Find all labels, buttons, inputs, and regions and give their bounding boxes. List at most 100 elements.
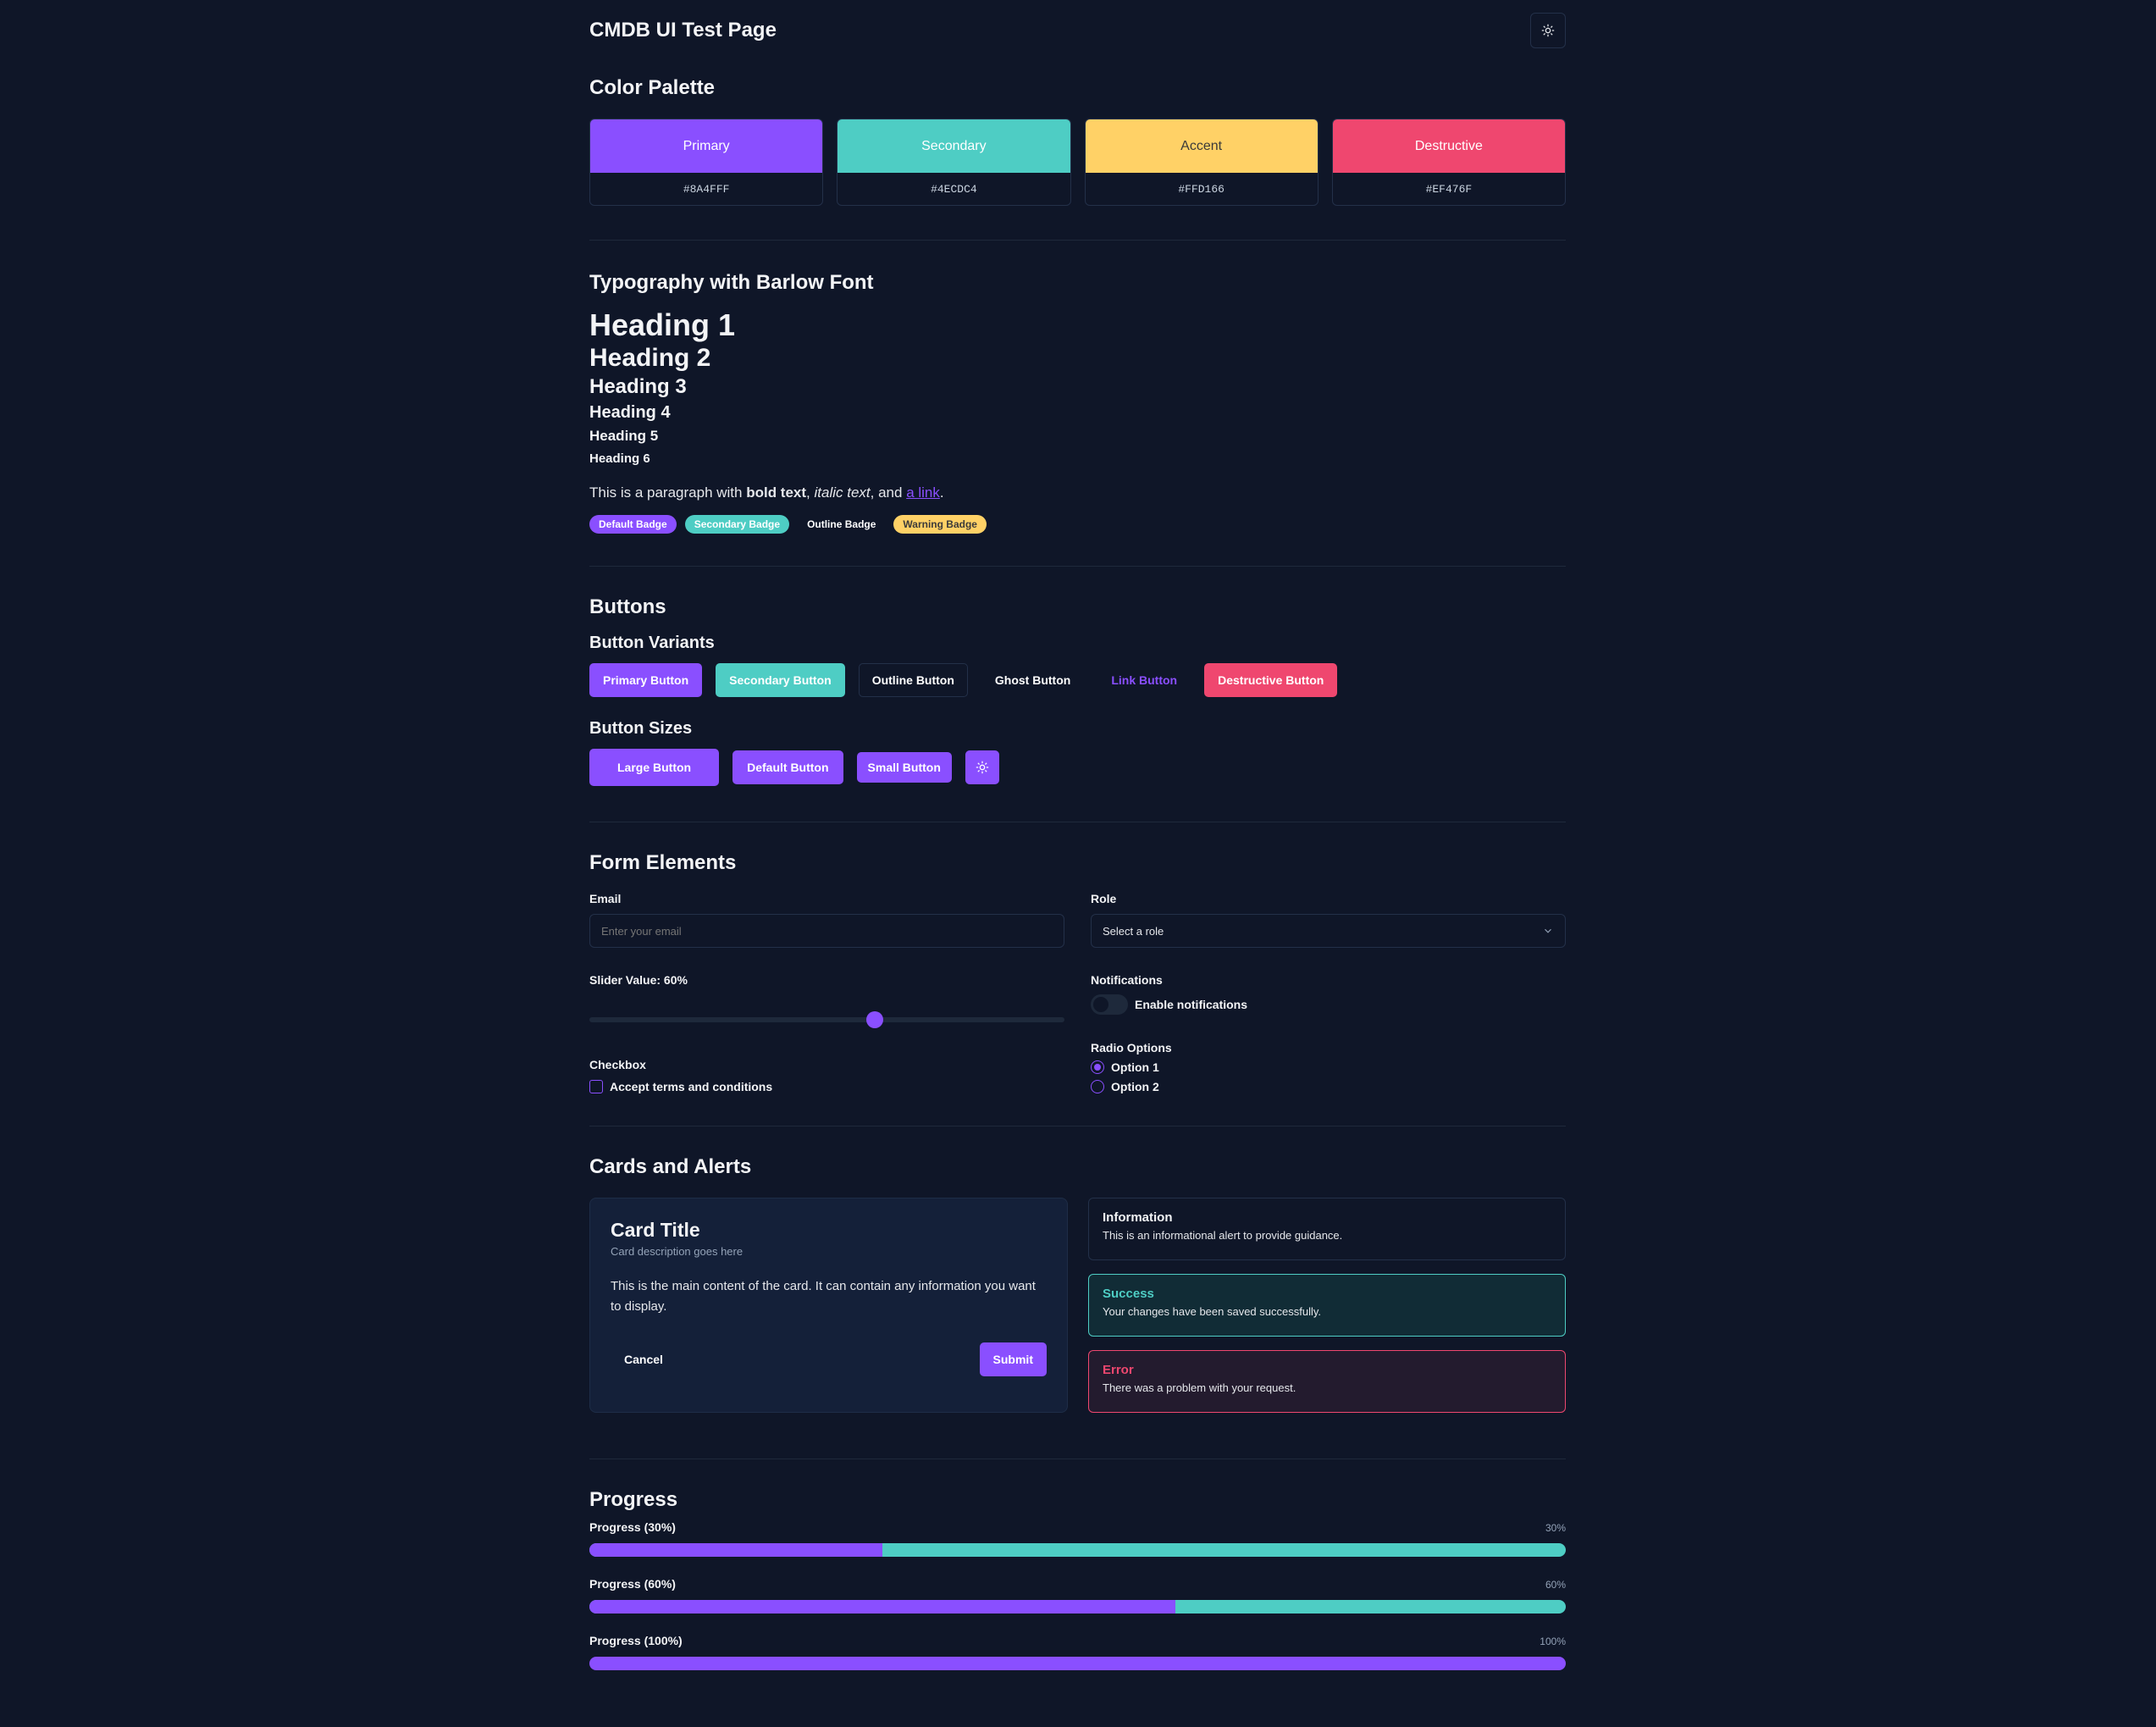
small-button[interactable]: Small Button <box>856 752 952 783</box>
default-button[interactable]: Default Button <box>732 750 843 784</box>
section-title-cards: Cards and Alerts <box>589 1155 752 1178</box>
progress-item: Progress (30%) 30% <box>589 1520 1566 1557</box>
slider-label: Slider Value: 60% <box>589 973 688 987</box>
theme-toggle-button[interactable] <box>1530 13 1566 48</box>
email-label: Email <box>589 892 622 905</box>
card-description: Card description goes here <box>611 1245 744 1258</box>
progress-item: Progress (60%) 60% <box>589 1577 1566 1614</box>
heading-6-sample: Heading 6 <box>589 451 650 466</box>
email-field-group: Email <box>589 892 1064 948</box>
palette-grid: Primary #8A4FFF Secondary #4ECDC4 Accent… <box>589 119 1566 206</box>
divider <box>589 566 1566 567</box>
radio-option-label: Option 1 <box>1111 1060 1159 1074</box>
destructive-button[interactable]: Destructive Button <box>1204 663 1338 697</box>
card-body: This is the main content of the card. It… <box>611 1279 1036 1314</box>
cards-grid: Card Title Card description goes here Th… <box>589 1198 1566 1426</box>
notifications-toggle-row: Enable notifications <box>1091 994 1566 1015</box>
page-title: CMDB UI Test Page <box>589 19 777 42</box>
radio-button-selected[interactable] <box>1091 1060 1104 1074</box>
slider-track[interactable] <box>589 1011 1064 1028</box>
badge-row: Default Badge Secondary Badge Outline Ba… <box>589 515 1566 534</box>
swatch-accent: Accent #FFD166 <box>1084 119 1318 206</box>
button-variants-title: Button Variants <box>589 634 715 652</box>
progress-bar <box>589 1600 1566 1614</box>
radio-option-label: Option 2 <box>1111 1080 1159 1093</box>
swatch-name: Secondary <box>838 119 1070 173</box>
link-button[interactable]: Link Button <box>1097 663 1191 697</box>
progress-header: Progress (60%) 60% <box>589 1577 1566 1591</box>
progress-fill <box>589 1600 1175 1614</box>
form-grid: Email Role Select a role Slider Value: 6… <box>589 892 1566 1093</box>
progress-header: Progress (30%) 30% <box>589 1520 1566 1534</box>
progress-section: Progress Progress (30%) 30% Progress (60… <box>589 1488 1566 1670</box>
slider-thumb[interactable] <box>865 1011 883 1028</box>
error-alert: Error There was a problem with your requ… <box>1088 1350 1566 1413</box>
error-alert-text: There was a problem with your request. <box>1103 1381 1296 1394</box>
section-title-buttons: Buttons <box>589 595 666 618</box>
warning-badge: Warning Badge <box>893 515 987 534</box>
secondary-button[interactable]: Secondary Button <box>716 663 845 697</box>
ghost-button[interactable]: Ghost Button <box>981 663 1084 697</box>
form-section: Form Elements Email Role Select a role S… <box>589 851 1566 1093</box>
role-label: Role <box>1091 892 1117 905</box>
progress-header: Progress (100%) 100% <box>589 1634 1566 1647</box>
typography-section: Typography with Barlow Font Heading 1 He… <box>589 271 1566 534</box>
progress-label: Progress (30%) <box>589 1520 676 1534</box>
paragraph-text: , and <box>870 484 907 501</box>
cards-section: Cards and Alerts Card Title Card descrip… <box>589 1155 1566 1426</box>
alerts-column: Information This is an informational ale… <box>1088 1198 1566 1426</box>
success-alert-title: Success <box>1103 1287 1154 1301</box>
buttons-section: Buttons Button Variants Primary Button S… <box>589 595 1566 786</box>
swatch-hex: #EF476F <box>1425 182 1473 196</box>
swatch-secondary: Secondary #4ECDC4 <box>837 119 1071 206</box>
section-title-palette: Color Palette <box>589 76 716 99</box>
outline-button[interactable]: Outline Button <box>858 663 968 697</box>
paragraph-text: This is a paragraph with <box>589 484 747 501</box>
card-footer: Cancel Submit <box>611 1342 1047 1376</box>
email-field[interactable] <box>589 914 1064 948</box>
error-alert-title: Error <box>1103 1363 1134 1377</box>
swatch-destructive: Destructive #EF476F <box>1331 119 1566 206</box>
progress-bar <box>589 1543 1566 1557</box>
large-button[interactable]: Large Button <box>589 749 720 786</box>
notifications-toggle[interactable] <box>1091 994 1128 1015</box>
notifications-toggle-label: Enable notifications <box>1135 998 1248 1011</box>
role-select[interactable]: Select a role <box>1091 914 1566 948</box>
outline-badge: Outline Badge <box>807 518 876 530</box>
swatch-name: Primary <box>590 119 823 173</box>
info-alert: Information This is an informational ale… <box>1088 1198 1566 1260</box>
heading-5-sample: Heading 5 <box>589 428 659 444</box>
terms-checkbox-row[interactable]: Accept terms and conditions <box>589 1080 1064 1093</box>
radio-option-2[interactable]: Option 2 <box>1091 1080 1566 1093</box>
icon-button[interactable] <box>965 750 999 784</box>
progress-label: Progress (60%) <box>589 1577 676 1591</box>
heading-4-sample: Heading 4 <box>589 403 671 422</box>
card-title: Card Title <box>611 1219 700 1241</box>
progress-value: 30% <box>1545 1522 1566 1534</box>
heading-2-sample: Heading 2 <box>589 344 711 372</box>
cancel-button[interactable]: Cancel <box>611 1342 677 1376</box>
checkbox-group: Checkbox Accept terms and conditions <box>589 1058 1064 1093</box>
swatch-hex: #FFD166 <box>1178 182 1224 196</box>
info-alert-title: Information <box>1103 1210 1173 1225</box>
sun-icon <box>976 761 989 774</box>
slider-group: Slider Value: 60% <box>589 973 1064 1028</box>
header: CMDB UI Test Page <box>589 0 1566 61</box>
radio-group: Radio Options Option 1 Option 2 <box>1091 1041 1566 1093</box>
radio-option-1[interactable]: Option 1 <box>1091 1060 1566 1074</box>
progress-fill <box>589 1657 1566 1670</box>
primary-button[interactable]: Primary Button <box>589 663 703 697</box>
radio-button[interactable] <box>1091 1080 1104 1093</box>
terms-checkbox[interactable] <box>589 1080 603 1093</box>
chevron-down-icon <box>1545 928 1551 933</box>
swatch-hex: #4ECDC4 <box>931 182 977 196</box>
submit-button[interactable]: Submit <box>979 1342 1047 1376</box>
button-sizes-row: Large Button Default Button Small Button <box>589 749 1566 786</box>
paragraph-italic: italic text <box>814 484 871 501</box>
radio-dot <box>1094 1064 1101 1071</box>
paragraph-link[interactable]: a link <box>906 484 940 501</box>
success-alert: Success Your changes have been saved suc… <box>1088 1274 1566 1337</box>
notifications-group: Notifications Enable notifications <box>1091 973 1566 1022</box>
notifications-label: Notifications <box>1091 973 1163 987</box>
paragraph-text: . <box>939 484 944 501</box>
